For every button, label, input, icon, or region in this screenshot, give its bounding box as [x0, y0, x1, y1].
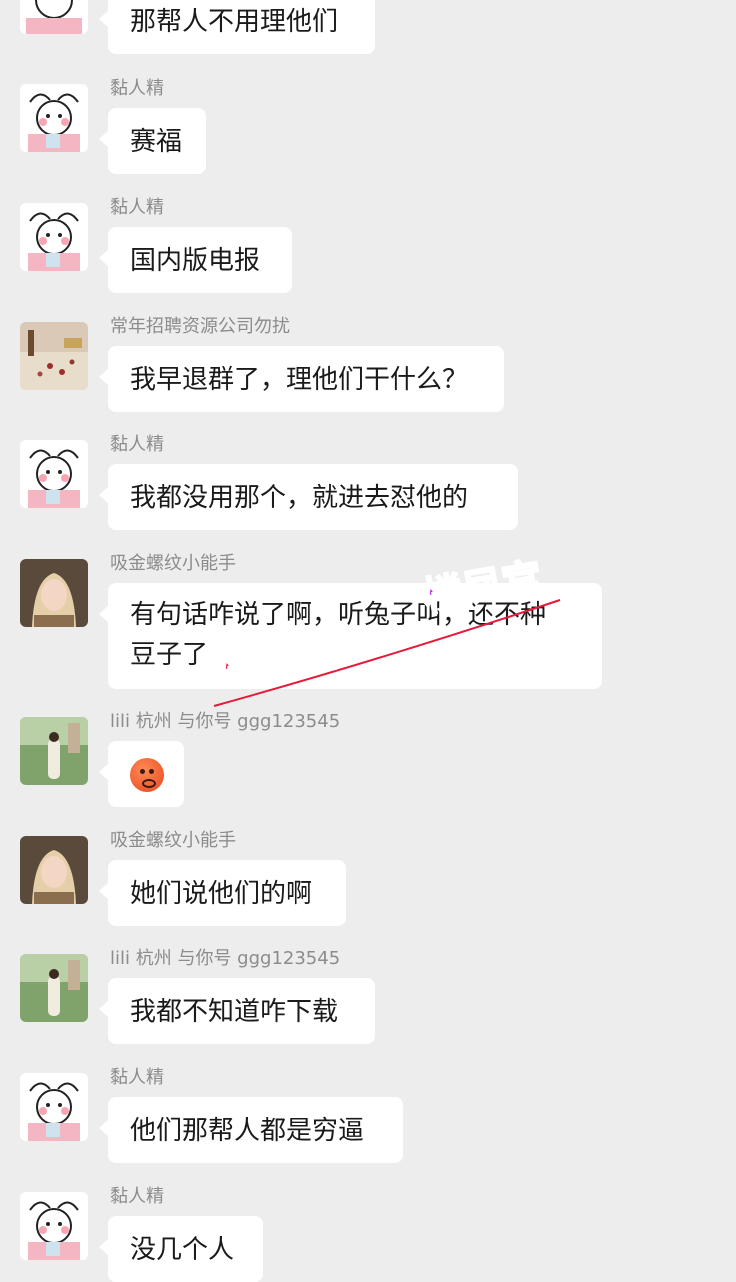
- message-text: 没几个人: [130, 1235, 235, 1265]
- sender-name: 吸金螺纹小能手: [110, 830, 236, 851]
- avatar-cartoon[interactable]: [20, 1073, 88, 1141]
- sender-name: 黏人精: [110, 1067, 164, 1088]
- avatar-cartoon[interactable]: [20, 0, 88, 34]
- avatar-photo-garden[interactable]: [20, 954, 88, 1022]
- message-bubble[interactable]: 我都不知道咋下载: [99, 978, 375, 1044]
- message-bubble[interactable]: 没几个人: [99, 1216, 263, 1282]
- message-bubble[interactable]: 那帮人不用理他们: [99, 0, 375, 54]
- avatar-cartoon[interactable]: [20, 84, 88, 152]
- sender-name: 黏人精: [110, 78, 164, 99]
- message-text: 国内版电报: [130, 246, 261, 276]
- message-text: 她们说他们的啊: [130, 879, 313, 909]
- message-bubble[interactable]: 我早退群了，理他们干什么？: [99, 346, 504, 412]
- message-text: 豆子了: [130, 640, 209, 670]
- message-bubble[interactable]: 赛福: [99, 108, 206, 174]
- sender-name: 黏人精: [110, 434, 164, 455]
- message-bubble[interactable]: 国内版电报: [99, 227, 292, 293]
- message-bubble[interactable]: 他们那帮人都是穷逼: [99, 1097, 403, 1163]
- message-text: 我早退群了，理他们干什么？: [130, 365, 469, 395]
- message-bubble[interactable]: [99, 741, 184, 807]
- sender-name: 黏人精: [110, 197, 164, 218]
- sender-name: 常年招聘资源公司勿扰: [110, 316, 290, 337]
- avatar-photo-table[interactable]: [20, 322, 88, 390]
- message-bubble[interactable]: 我都没用那个，就进去怼他的: [99, 464, 518, 530]
- avatar-photo-woman[interactable]: [20, 559, 88, 627]
- avatar-photo-woman[interactable]: [20, 836, 88, 904]
- avatar-photo-garden[interactable]: [20, 717, 88, 785]
- sender-name: 吸金螺纹小能手: [110, 553, 236, 574]
- cold-sweat-emoji-icon: [130, 758, 164, 792]
- avatar-cartoon[interactable]: [20, 440, 88, 508]
- sender-name: 黏人精: [110, 1186, 164, 1207]
- message-bubble[interactable]: 她们说他们的啊: [99, 860, 346, 926]
- message-text: 我都没用那个，就进去怼他的: [130, 483, 469, 513]
- message-text: 他们那帮人都是穷逼: [130, 1116, 365, 1146]
- sender-name: lili 杭州 与你号 ggg123545: [110, 948, 341, 969]
- message-text: 我都不知道咋下载: [130, 997, 339, 1027]
- avatar-cartoon[interactable]: [20, 1192, 88, 1260]
- message-text: 赛福: [130, 127, 183, 157]
- sender-name: lili 杭州 与你号 ggg123545: [110, 711, 341, 732]
- message-text: 那帮人不用理他们: [130, 7, 339, 37]
- avatar-cartoon[interactable]: [20, 203, 88, 271]
